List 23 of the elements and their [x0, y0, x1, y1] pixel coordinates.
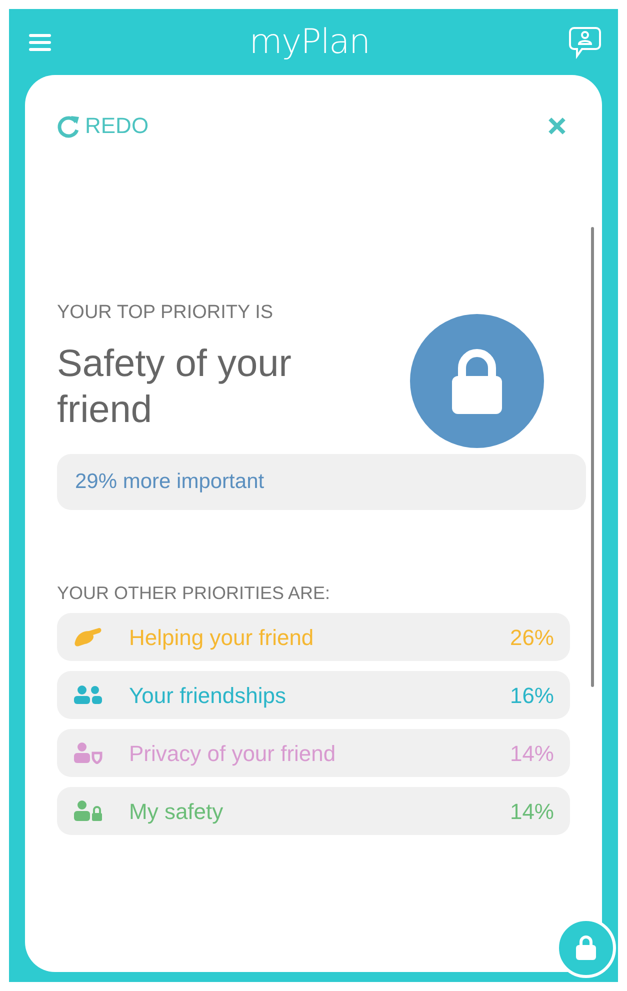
scrollbar[interactable]: [591, 227, 594, 687]
priority-label: Helping your friend: [129, 624, 315, 652]
priority-percent: 14%: [510, 740, 554, 768]
person-shield-icon: [73, 742, 103, 764]
priority-percent: 26%: [510, 624, 554, 652]
app-logo: myPlan: [249, 20, 370, 64]
lock-icon: [574, 935, 598, 961]
redo-button[interactable]: REDO: [57, 109, 149, 142]
people-icon: [73, 684, 103, 706]
person-lock-icon: [73, 800, 103, 822]
redo-icon: [57, 114, 81, 138]
top-priority-label: YOUR TOP PRIORITY IS: [57, 300, 274, 325]
priority-percent: 14%: [510, 798, 554, 826]
priority-label: My safety: [129, 798, 224, 826]
priority-label: Privacy of your friend: [129, 740, 337, 768]
priority-percent: 16%: [510, 682, 554, 710]
importance-banner: 29% more important: [57, 454, 586, 510]
priority-label: Your friendships: [129, 682, 287, 710]
profile-chat-icon[interactable]: [568, 25, 602, 59]
close-icon[interactable]: [548, 116, 566, 134]
top-priority-title: Safety of your friend: [57, 342, 292, 434]
menu-icon[interactable]: [29, 34, 51, 50]
other-priorities-label: YOUR OTHER PRIORITIES ARE:: [57, 582, 332, 605]
